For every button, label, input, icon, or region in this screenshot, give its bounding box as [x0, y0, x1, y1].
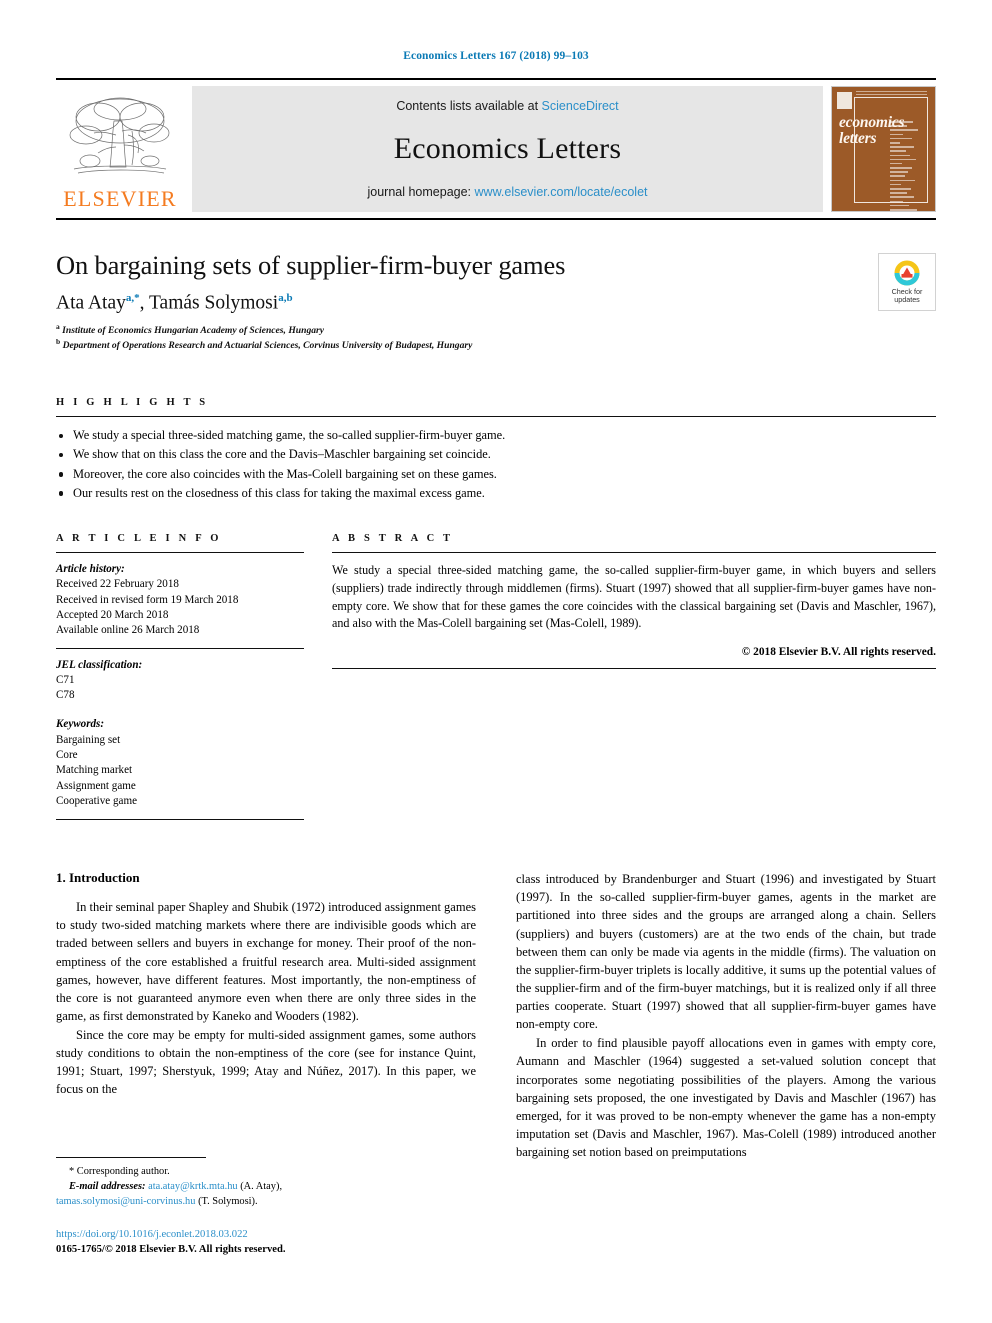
journal-homepage-link[interactable]: www.elsevier.com/locate/ecolet	[475, 185, 648, 199]
jel-label: JEL classification:	[56, 658, 143, 671]
cover-title: economics letters	[839, 114, 905, 147]
article-history-label: Article history:	[56, 563, 125, 576]
highlights-rule	[56, 416, 936, 418]
jel-classification: JEL classification: C71 C78	[56, 658, 304, 704]
cover-emblem	[837, 92, 852, 109]
doi-block: https://doi.org/10.1016/j.econlet.2018.0…	[56, 1227, 476, 1258]
abstract-copyright: © 2018 Elsevier B.V. All rights reserved…	[741, 646, 936, 659]
email-owner-2: (T. Solymosi).	[198, 1195, 258, 1207]
affiliation-a-marker: a	[56, 321, 60, 331]
running-head: Economics Letters 167 (2018) 99–103	[403, 50, 589, 62]
email-link-1[interactable]: ata.atay@krtk.mta.hu	[148, 1181, 238, 1192]
crossmark-line2: updates	[894, 295, 920, 304]
cover-title-line2: letters	[839, 129, 877, 147]
email-line-2: tamas.solymosi@uni-corvinus.hu (T. Solym…	[56, 1195, 476, 1210]
sciencedirect-link[interactable]: ScienceDirect	[542, 99, 619, 113]
keyword-item: Cooperative game	[56, 794, 138, 807]
elsevier-logo: ELSEVIER	[56, 86, 184, 212]
keywords: Keywords: Bargaining set Core Matching m…	[56, 717, 304, 809]
footnote-rule	[56, 1157, 206, 1159]
contents-prefix: Contents lists available at	[396, 99, 539, 113]
journal-masthead: ELSEVIER Contents lists available at Sci…	[56, 78, 936, 220]
highlights-list: We study a special three-sided matching …	[56, 426, 936, 503]
masthead-bottom-rule	[56, 218, 936, 220]
corresponding-author-note: * Corresponding author.	[69, 1166, 170, 1178]
history-item: Available online 26 March 2018	[56, 624, 200, 637]
section-heading-introduction: 1. Introduction	[56, 870, 140, 886]
history-item: Received 22 February 2018	[56, 578, 179, 591]
title-block: On bargaining sets of supplier-firm-buye…	[56, 250, 936, 353]
article-info-column: A R T I C L E I N F O Article history: R…	[56, 533, 304, 821]
cover-title-line1: economics	[839, 114, 905, 131]
body-columns: 1. Introduction In their seminal paper S…	[56, 870, 936, 1255]
body-column-right: class introduced by Brandenburger and St…	[516, 870, 936, 1161]
paragraph: class introduced by Brandenburger and St…	[516, 872, 936, 1032]
author-1: Ata Atay	[56, 292, 126, 314]
abstract-bottom-rule	[332, 668, 936, 670]
affiliation-a: a Institute of Economics Hungarian Acade…	[56, 322, 936, 338]
author-list: Ata Ataya,*, Tamás Solymosia,b	[56, 292, 936, 315]
jel-code: C71	[56, 673, 75, 686]
keyword-item: Bargaining set	[56, 733, 121, 746]
keywords-label: Keywords:	[56, 718, 105, 731]
article-page: Economics Letters 167 (2018) 99–103 ELSE…	[0, 0, 992, 1323]
abstract-text: We study a special three-sided matching …	[332, 563, 936, 631]
issn-copyright-line: 0165-1765/© 2018 Elsevier B.V. All right…	[56, 1243, 286, 1255]
email-owner-1: (A. Atay),	[240, 1180, 283, 1192]
homepage-prefix: journal homepage:	[367, 185, 472, 199]
paragraph: In their seminal paper Shapley and Shubi…	[56, 900, 476, 1023]
elsevier-wordmark: ELSEVIER	[63, 186, 177, 211]
affiliation-b: b Department of Operations Research and …	[56, 337, 936, 353]
abstract-column: A B S T R A C T We study a special three…	[332, 533, 936, 820]
homepage-line: journal homepage: www.elsevier.com/locat…	[367, 185, 647, 199]
doi-link[interactable]: https://doi.org/10.1016/j.econlet.2018.0…	[56, 1227, 476, 1242]
crossmark-badge[interactable]: Check for updates	[878, 253, 936, 311]
footnote-block: * Corresponding author. E-mail addresses…	[56, 1157, 476, 1257]
footnote-corresponding: * Corresponding author. E-mail addresses…	[56, 1165, 476, 1209]
body-column-left: 1. Introduction In their seminal paper S…	[56, 870, 476, 1255]
email-link-2[interactable]: tamas.solymosi@uni-corvinus.hu	[56, 1196, 195, 1207]
crossmark-label: Check for updates	[892, 287, 923, 305]
keyword-item: Matching market	[56, 764, 133, 777]
paragraph: In order to find plausible payoff alloca…	[516, 1036, 936, 1160]
affiliations: a Institute of Economics Hungarian Acade…	[56, 322, 936, 354]
list-item: Our results rest on the closedness of th…	[56, 484, 936, 503]
author-2: , Tamás Solymosi	[139, 292, 279, 314]
affiliation-a-text: Institute of Economics Hungarian Academy…	[62, 324, 325, 336]
highlights-section: H I G H L I G H T S We study a special t…	[56, 397, 936, 503]
keyword-item: Assignment game	[56, 779, 136, 792]
crossmark-icon	[894, 260, 920, 286]
abstract-heading: A B S T R A C T	[332, 533, 454, 545]
info-divider-1	[56, 647, 304, 649]
highlights-heading: H I G H L I G H T S	[56, 397, 209, 409]
paragraph: Since the core may be empty for multi-si…	[56, 1028, 476, 1097]
affiliation-b-text: Department of Operations Research and Ac…	[62, 340, 473, 352]
info-abstract-section: A R T I C L E I N F O Article history: R…	[56, 533, 936, 821]
page-title: On bargaining sets of supplier-firm-buye…	[56, 250, 566, 280]
contents-line: Contents lists available at ScienceDirec…	[396, 99, 618, 113]
list-item: We show that on this class the core and …	[56, 445, 936, 464]
article-history: Article history: Received 22 February 20…	[56, 562, 304, 638]
article-info-rule	[56, 552, 304, 554]
elsevier-tree-icon	[69, 97, 170, 174]
journal-banner: Contents lists available at ScienceDirec…	[192, 86, 823, 212]
list-item: Moreover, the core also coincides with t…	[56, 465, 936, 484]
info-bottom-rule	[56, 819, 304, 821]
email-label: E-mail addresses:	[69, 1180, 146, 1192]
keyword-item: Core	[56, 749, 78, 762]
cover-topbar	[856, 91, 927, 96]
jel-code: C78	[56, 689, 75, 702]
journal-title: Economics Letters	[393, 132, 622, 165]
article-info-heading: A R T I C L E I N F O	[56, 533, 222, 545]
history-item: Accepted 20 March 2018	[56, 608, 169, 621]
email-line-1: E-mail addresses: ata.atay@krtk.mta.hu (…	[56, 1180, 476, 1195]
history-item: Received in revised form 19 March 2018	[56, 593, 239, 606]
author-2-affil-marker: a,b	[278, 292, 293, 304]
journal-cover-thumbnail: economics letters	[831, 86, 936, 212]
list-item: We study a special three-sided matching …	[56, 426, 936, 445]
affiliation-b-marker: b	[56, 337, 61, 347]
author-1-affil-marker: a,*	[125, 292, 140, 304]
abstract-rule	[332, 552, 936, 554]
